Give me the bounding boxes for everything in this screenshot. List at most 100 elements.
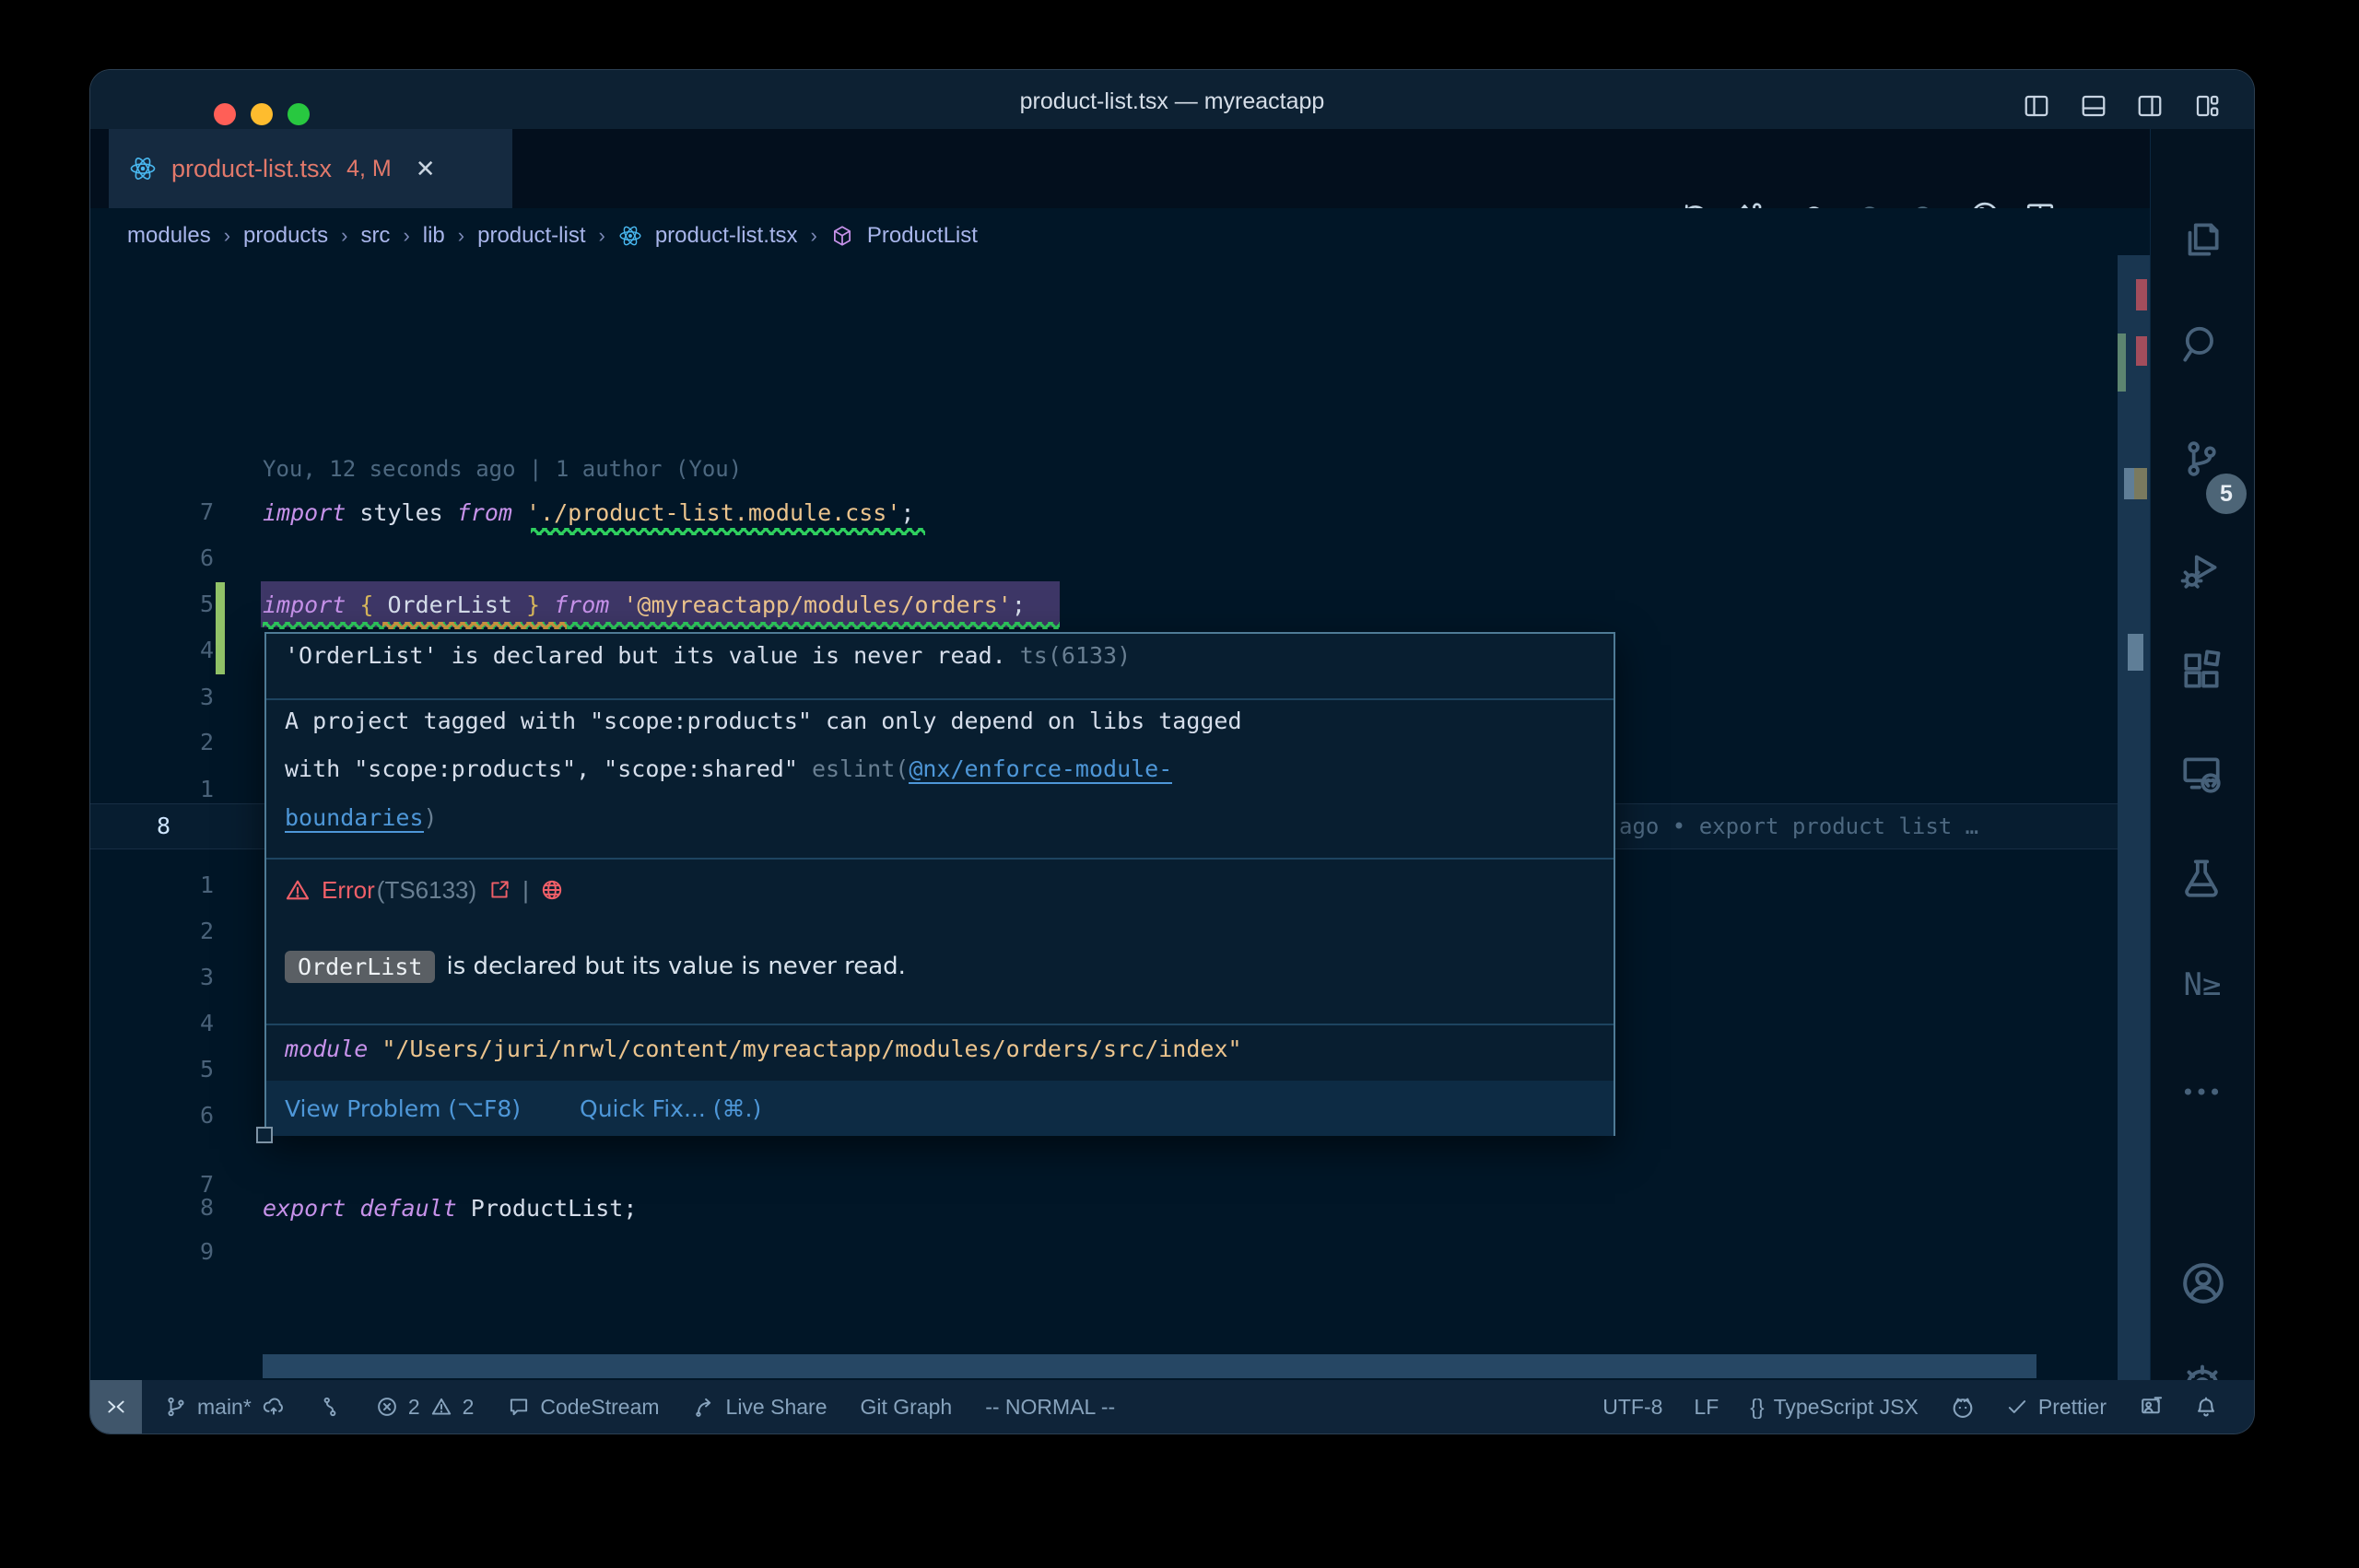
identifier-token: styles	[346, 499, 456, 526]
line-number: 1	[158, 862, 214, 908]
gitgraph-status-item[interactable]: Git Graph	[861, 1395, 953, 1420]
scm-badge: 5	[2206, 474, 2247, 514]
explorer-icon[interactable]	[2178, 217, 2226, 265]
squiggle-error	[382, 622, 567, 629]
warning-triangle-icon	[429, 1395, 453, 1419]
extensions-icon[interactable]	[2178, 648, 2226, 696]
language-mode-item[interactable]: {} TypeScript JSX	[1750, 1395, 1919, 1420]
quick-fix-button[interactable]: Quick Fix... (⌘.)	[580, 1095, 761, 1122]
code-editor[interactable]: 7 6 5 4 3 2 1 8 1 2 3 4 5 6 7 8 9 You, 1…	[90, 263, 2151, 1380]
bell-icon[interactable]	[2193, 1395, 2217, 1419]
eslint-message-line3: boundaries)	[285, 804, 438, 831]
branch-status-item[interactable]: main*	[164, 1395, 285, 1420]
close-tab-icon[interactable]: ✕	[416, 155, 436, 183]
globe-icon[interactable]	[540, 878, 564, 902]
accounts-icon[interactable]	[2178, 1258, 2226, 1306]
horizontal-scrollbar[interactable]	[263, 1354, 2036, 1378]
string-token: '@myreactapp/modules/orders'	[609, 591, 1012, 618]
space	[368, 1036, 381, 1062]
vim-mode-indicator[interactable]: -- NORMAL --	[985, 1395, 1115, 1420]
ruler-selection-mark	[2124, 468, 2134, 499]
identifier-token: ProductList;	[471, 1195, 638, 1222]
tab-product-list[interactable]: product-list.tsx 4, M ✕	[109, 129, 512, 208]
breadcrumb-item[interactable]: modules	[127, 223, 211, 249]
eslint-rule-link[interactable]: boundaries	[285, 804, 424, 833]
line-number: 5	[158, 1047, 214, 1093]
github-icon[interactable]	[1950, 1395, 1974, 1419]
error-count: 2	[408, 1395, 420, 1420]
eol-item[interactable]: LF	[1694, 1395, 1719, 1420]
squiggle-warning	[531, 528, 925, 535]
keyword-token: from	[554, 591, 609, 618]
breadcrumb-symbol[interactable]: ProductList	[867, 223, 978, 249]
line-number: 5	[158, 581, 214, 627]
codestream-status-item[interactable]: CodeStream	[507, 1395, 659, 1420]
branch-name: main*	[197, 1395, 252, 1420]
view-problem-button[interactable]: View Problem (⌥F8)	[285, 1095, 521, 1122]
breadcrumb-file[interactable]: product-list.tsx	[655, 223, 798, 249]
error-circle-icon	[375, 1395, 399, 1419]
breadcrumb-item[interactable]: src	[360, 223, 390, 249]
problems-status-item[interactable]: 2 2	[375, 1395, 475, 1420]
vscode-window: product-list.tsx — myreactapp product-li…	[90, 70, 2254, 1433]
toggle-primary-sidebar-icon[interactable]	[2021, 92, 2052, 120]
prettier-status-item[interactable]: Prettier	[2005, 1395, 2107, 1420]
encoding-item[interactable]: UTF-8	[1602, 1395, 1662, 1420]
breadcrumb-item[interactable]: product-list	[477, 223, 585, 249]
codestream-bubble-icon	[507, 1395, 531, 1419]
more-views-icon[interactable]	[2178, 1069, 2226, 1117]
titlebar: product-list.tsx — myreactapp	[90, 70, 2254, 129]
remote-indicator[interactable]	[90, 1380, 142, 1433]
eslint-message-line2: with "scope:products", "scope:shared" es…	[285, 755, 1172, 782]
run-debug-icon[interactable]	[2178, 546, 2226, 594]
test-beaker-icon[interactable]	[2178, 855, 2226, 903]
keyword-token: module	[285, 1036, 368, 1062]
eslint-rule-link[interactable]: @nx/enforce-module-	[909, 755, 1172, 784]
breadcrumb-item[interactable]: lib	[423, 223, 445, 249]
diagnostic-source: ts(6133)	[1020, 642, 1131, 669]
line-number: 3	[158, 954, 214, 1000]
react-icon	[129, 155, 157, 182]
chevron-right-icon: ›	[811, 224, 817, 248]
window-title: product-list.tsx — myreactapp	[90, 70, 2254, 129]
code-line-5: import { OrderList } from '@myreactapp/m…	[263, 581, 1026, 627]
cloud-upload-icon	[261, 1395, 285, 1419]
punctuation-token: ;	[900, 499, 914, 526]
feedback-icon[interactable]	[2138, 1395, 2162, 1419]
open-external-icon[interactable]	[487, 878, 511, 902]
separator: |	[522, 876, 529, 905]
vertical-scrollbar[interactable]	[2118, 255, 2151, 1433]
chevron-right-icon: ›	[341, 224, 347, 248]
git-branch-icon	[164, 1395, 188, 1419]
brace-token: }	[512, 591, 554, 618]
error-hover-tooltip: 'OrderList' is declared but its value is…	[264, 632, 1615, 1136]
codestream-label: CodeStream	[540, 1395, 659, 1420]
chevron-right-icon: ›	[458, 224, 464, 248]
line-number: 9	[158, 1229, 214, 1275]
chevron-right-icon: ›	[403, 224, 409, 248]
ruler-warning-mark	[2134, 468, 2147, 499]
keyword-token: export	[263, 1195, 359, 1222]
toggle-secondary-sidebar-icon[interactable]	[2134, 92, 2165, 120]
gitlens-blame-annotation: You, 12 seconds ago | 1 author (You)	[263, 446, 742, 492]
remote-explorer-icon[interactable]	[2178, 751, 2226, 799]
customize-layout-icon[interactable]	[2191, 92, 2223, 120]
nx-console-icon[interactable]: N≥	[2170, 961, 2235, 1009]
screenshot-canvas: product-list.tsx — myreactapp product-li…	[0, 0, 2359, 1568]
tooltip-resize-grip[interactable]	[256, 1127, 273, 1143]
commit-graph-icon[interactable]	[318, 1395, 342, 1419]
tab-label: product-list.tsx	[171, 155, 332, 183]
warning-triangle-icon	[285, 877, 311, 903]
symbol-cube-icon	[830, 224, 854, 248]
error-header-row: Error(TS6133) |	[285, 866, 564, 914]
tab-bar: product-list.tsx 4, M ✕	[90, 129, 2151, 208]
toggle-panel-icon[interactable]	[2078, 92, 2109, 120]
ruler-cursor-mark	[2128, 634, 2143, 671]
breadcrumb-item[interactable]: products	[243, 223, 328, 249]
current-line-number: 8	[157, 803, 212, 849]
search-icon[interactable]	[2178, 321, 2226, 369]
liveshare-status-item[interactable]: Live Share	[693, 1395, 827, 1420]
diagnostic-message: 'OrderList' is declared but its value is…	[285, 642, 1131, 669]
tooltip-actions: View Problem (⌥F8) Quick Fix... (⌘.)	[266, 1081, 1614, 1136]
line-number: 4	[158, 1000, 214, 1047]
